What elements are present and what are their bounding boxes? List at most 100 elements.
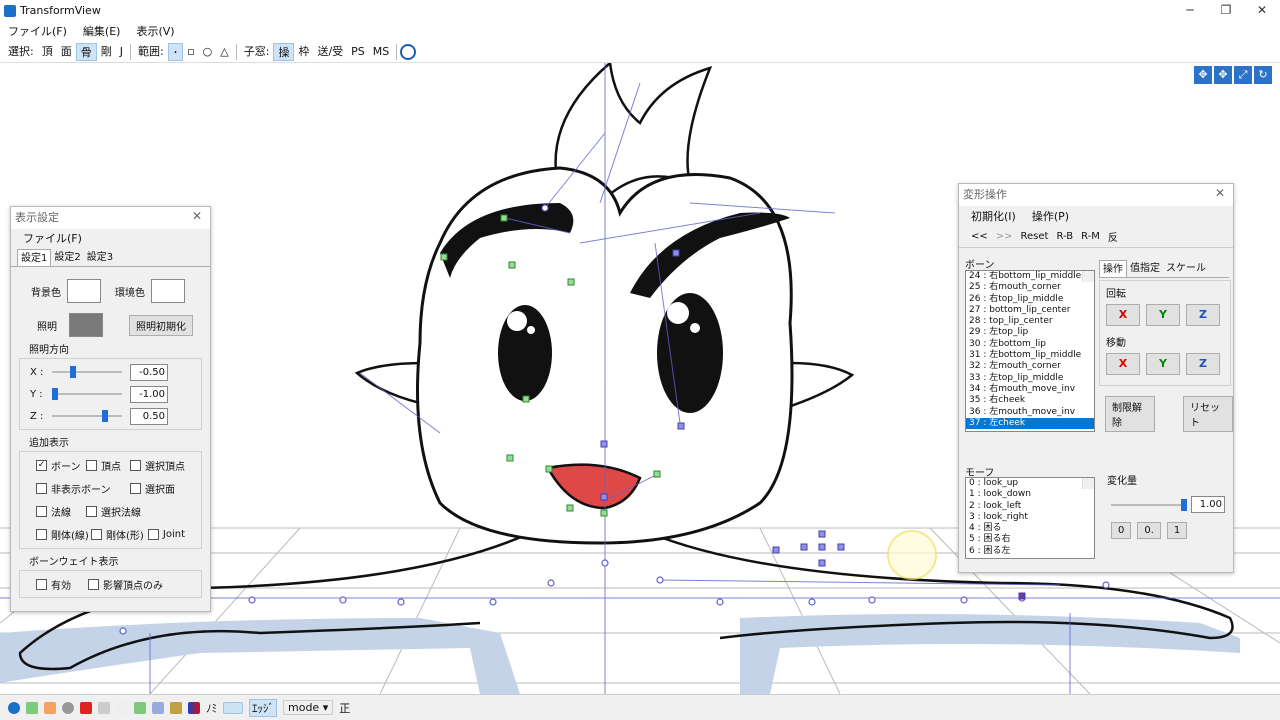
normal-checkbox[interactable]: 法線 — [36, 504, 86, 519]
list-item[interactable]: 5 : 困る右 — [966, 534, 1094, 545]
ps-button[interactable]: PS — [347, 43, 369, 61]
list-item[interactable]: 30 : 左bottom_lip — [966, 339, 1094, 350]
bone-icon[interactable] — [134, 701, 146, 714]
move-z-button[interactable]: Z — [1186, 353, 1220, 375]
close-icon[interactable]: ✕ — [1215, 186, 1225, 200]
list-item[interactable]: 28 : top_lip_center — [966, 316, 1094, 327]
rotate-icon[interactable]: ↻ — [1254, 66, 1272, 84]
list-item[interactable]: 6 : 困る左 — [966, 546, 1094, 557]
light-x-input[interactable]: -0.50 — [130, 363, 168, 381]
circle-icon[interactable] — [62, 701, 74, 714]
minimize-button[interactable]: ─ — [1172, 0, 1208, 21]
next-button[interactable]: >> — [996, 231, 1013, 242]
prev-button[interactable]: << — [971, 231, 988, 242]
select-rigid-button[interactable]: 剛 — [97, 43, 116, 61]
list-item[interactable]: 1 : look_down — [966, 489, 1094, 500]
tab-operate[interactable]: 操作 — [1099, 260, 1127, 277]
select-joint-button[interactable]: J — [116, 43, 127, 61]
bone-list-scrollbar[interactable] — [1082, 271, 1094, 283]
tab-value[interactable]: 值指定 — [1127, 260, 1163, 277]
set-one-button[interactable]: 1 — [1166, 522, 1188, 539]
weight-enabled-checkbox[interactable]: 有効 — [36, 577, 88, 592]
menu-operation[interactable]: 操作(P) — [1032, 208, 1069, 224]
range-triangle-button[interactable]: △ — [216, 43, 232, 61]
menu-init[interactable]: 初期化(I) — [971, 208, 1016, 224]
joint-checkbox[interactable]: Joint — [147, 529, 185, 540]
range-point-button[interactable]: ･ — [167, 42, 184, 61]
select-bone-button[interactable]: 骨 — [75, 42, 97, 61]
globe-icon[interactable] — [400, 43, 417, 60]
rb-button[interactable]: R-B — [1056, 231, 1073, 242]
reset-button[interactable]: Reset — [1021, 231, 1049, 242]
light-z-input[interactable]: 0.50 — [130, 407, 168, 425]
light-color-swatch[interactable] — [69, 313, 103, 337]
list-item-selected[interactable]: 37 : 左cheek — [966, 417, 1094, 430]
tab-settings-2[interactable]: 設定2 — [51, 249, 83, 266]
send-receive-button[interactable]: 送/受 — [313, 43, 347, 61]
rigid-line-checkbox[interactable]: 剛体(線) — [36, 527, 91, 542]
rotate-y-button[interactable]: Y — [1146, 304, 1180, 326]
light-y-input[interactable]: -1.00 — [130, 385, 168, 403]
list-item[interactable]: 26 : 右top_lip_middle — [966, 294, 1094, 305]
nomi-button[interactable]: ﾉﾐ — [206, 700, 217, 716]
menu-file[interactable]: ファイル(F) — [0, 23, 75, 39]
list-item[interactable]: 25 : 右mouth_corner — [966, 282, 1094, 293]
ms-button[interactable]: MS — [369, 43, 393, 61]
list-item[interactable]: 27 : bottom_lip_center — [966, 305, 1094, 316]
rigid-shape-checkbox[interactable]: 剛体(形) — [90, 527, 148, 542]
select-face-button[interactable]: 面 — [57, 43, 76, 61]
list-item[interactable]: 2 : look_left — [966, 501, 1094, 512]
range-rect-button[interactable]: ▫ — [183, 43, 198, 61]
move-x-button[interactable]: X — [1106, 353, 1140, 375]
rm-button[interactable]: R-M — [1081, 231, 1100, 242]
close-button[interactable]: ✕ — [1244, 0, 1280, 21]
joint-icon[interactable] — [170, 701, 182, 714]
set-zero-dot-button[interactable]: 0. — [1137, 522, 1161, 539]
menu-view[interactable]: 表示(V) — [128, 23, 182, 39]
wire-icon[interactable] — [26, 701, 38, 714]
hidden-bone-checkbox[interactable]: 非表示ボーン — [36, 481, 130, 496]
selected-vertex-checkbox[interactable]: 選択頂点 — [130, 458, 185, 473]
bone-list[interactable]: 24 : 右bottom_lip_middle 25 : 右mouth_corn… — [965, 270, 1095, 432]
panel-menu-file[interactable]: ファイル(F) — [11, 229, 210, 249]
mode-dropdown[interactable]: mode ▾ — [283, 700, 334, 715]
change-amount-input[interactable]: 1.00 — [1191, 496, 1225, 513]
light-x-slider[interactable] — [52, 366, 122, 378]
list-item[interactable]: 32 : 左mouth_corner — [966, 361, 1094, 372]
sphere-icon[interactable] — [8, 701, 20, 714]
morph-list[interactable]: 0 : look_up 1 : look_down 2 : look_left … — [965, 477, 1095, 559]
list-item[interactable]: 29 : 左top_lip — [966, 327, 1094, 338]
morph-list-scrollbar[interactable] — [1082, 478, 1094, 490]
list-item[interactable]: 0 : look_up — [966, 478, 1094, 489]
texture-icon[interactable] — [44, 701, 56, 714]
list-item[interactable]: 36 : 左mouth_move_inv — [966, 407, 1094, 418]
line-icon[interactable] — [98, 701, 110, 714]
vertex-mode-icon[interactable] — [223, 701, 243, 714]
tab-scale[interactable]: スケール — [1163, 260, 1209, 277]
light-y-slider[interactable] — [52, 388, 122, 400]
triangle-icon[interactable] — [80, 701, 92, 714]
vertex-checkbox[interactable]: 頂点 — [86, 458, 130, 473]
list-item[interactable]: 3 : look_right — [966, 512, 1094, 523]
selected-normal-checkbox[interactable]: 選択法線 — [86, 504, 141, 519]
tab-settings-3[interactable]: 設定3 — [84, 249, 116, 266]
list-item[interactable]: 34 : 右mouth_move_inv — [966, 384, 1094, 395]
set-zero-button[interactable]: 0 — [1111, 522, 1132, 539]
bone-checkbox[interactable]: ✓ ボーン — [36, 458, 86, 473]
bg-color-swatch[interactable] — [67, 279, 101, 303]
menu-edit[interactable]: 編集(E) — [75, 23, 129, 39]
reset-pose-button[interactable]: リセット — [1183, 396, 1233, 432]
move-y-button[interactable]: Y — [1146, 353, 1180, 375]
edge-button[interactable]: ｴｯｼﾞ — [249, 698, 277, 717]
rigid-icon[interactable] — [152, 701, 164, 714]
rotate-x-button[interactable]: X — [1106, 304, 1140, 326]
zoom-icon[interactable]: ⤢ — [1234, 66, 1252, 84]
operate-button[interactable]: 操 — [273, 42, 295, 61]
maximize-button[interactable]: ❐ — [1208, 0, 1244, 21]
tab-settings-1[interactable]: 設定1 — [17, 249, 52, 266]
list-item[interactable]: 35 : 右cheek — [966, 395, 1094, 406]
list-item[interactable]: 31 : 左bottom_lip_middle — [966, 350, 1094, 361]
list-item[interactable]: 33 : 左top_lip_middle — [966, 373, 1094, 384]
light-z-slider[interactable] — [52, 410, 122, 422]
frame-button[interactable]: 枠 — [294, 43, 313, 61]
